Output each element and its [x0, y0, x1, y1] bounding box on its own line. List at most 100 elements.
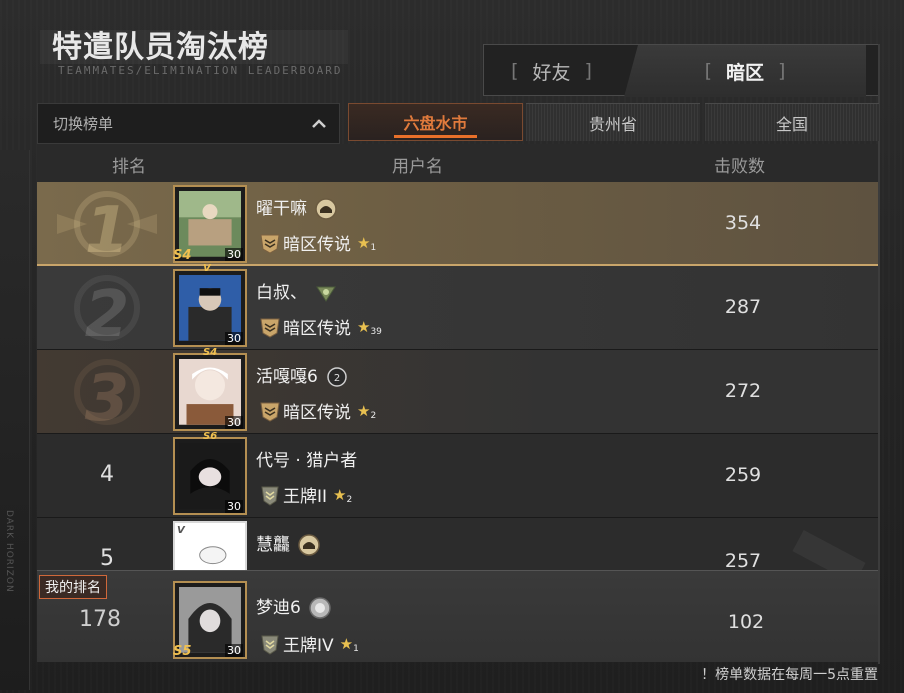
player-name-text: 活嘎嘎6 [256, 367, 318, 387]
svg-text:2: 2 [334, 373, 340, 384]
tab-friends[interactable]: [好友] [484, 45, 619, 97]
player-level: 30 [225, 644, 243, 657]
column-username: 用户名 [392, 157, 443, 177]
dropdown-label: 切换榜单 [53, 115, 114, 133]
star-count: 39 [370, 326, 382, 337]
season-badge: S4 [203, 347, 218, 358]
avatar-image [179, 275, 241, 341]
star-count: 1 [353, 643, 359, 654]
svg-text:1: 1 [85, 194, 130, 262]
v-badge-icon: V [177, 525, 185, 536]
player-name-text: 梦迪6 [256, 598, 301, 618]
player-tier: 暗区传说 ★ 39 [259, 314, 382, 339]
reset-notice: ！榜单数据在每周一5点重置 [701, 667, 878, 683]
scope-tabs: [好友] [暗区] [483, 44, 880, 97]
tab-friends-label: 好友 [532, 61, 571, 84]
season-badge: S4 [173, 248, 192, 263]
kill-count: 272 [724, 380, 762, 402]
chevron-up-icon [312, 119, 326, 128]
avatar-image [179, 587, 241, 653]
kill-count: 257 [724, 550, 762, 570]
player-name-text: 慧龘 [256, 535, 290, 555]
rank-2-emblem-icon: 2 [74, 275, 140, 346]
helmet-badge-icon [298, 534, 321, 556]
season-badge: S5 [173, 644, 192, 659]
star-icon: ★ [357, 317, 371, 336]
region-tab-province-label: 贵州省 [588, 114, 637, 134]
tab-dark-zone-label: 暗区 [725, 61, 764, 84]
kill-count: 259 [724, 464, 762, 486]
player-name: 曜干嘛 [256, 194, 338, 221]
region-tab-city[interactable]: 六盘水市 [348, 103, 523, 141]
tier-label: 暗区传说 [283, 403, 351, 423]
page-subtitle: TEAMMATES/ELIMINATION LEADERBOARD [58, 64, 343, 77]
player-level: 30 [225, 248, 243, 261]
avatar-image [179, 527, 241, 570]
player-name: 白叔、 [256, 278, 338, 305]
star-count: 2 [346, 494, 353, 505]
table-row[interactable]: 4 S6 30 代号 · 猎户者 王牌II ★ 2 259 [37, 431, 878, 518]
legend-tier-icon [260, 234, 280, 254]
player-tier: 暗区传说 ★ 1 [259, 230, 376, 255]
season-badge: S6 [203, 431, 218, 442]
tier-label: 王牌IV [283, 636, 334, 656]
region-tab-national-label: 全国 [775, 114, 808, 134]
table-row[interactable]: 1 S4 30 曜干嘛 暗区传说 ★ 1 354 [37, 182, 878, 266]
star-icon: ★ [333, 485, 347, 504]
player-name: 活嘎嘎6 2 [256, 362, 349, 389]
player-tier: 暗区传说 ★ 2 [259, 398, 376, 423]
column-rank: 排名 [112, 157, 146, 177]
avatar-image [179, 443, 241, 509]
table-row[interactable]: 3 S4 30 活嘎嘎6 2 暗区传说 ★ 2 272 [37, 347, 878, 434]
star-icon: ★ [357, 233, 371, 252]
ace-tier-icon [261, 635, 279, 655]
rank-3-emblem-icon: 3 [74, 359, 140, 430]
avatar-image [179, 191, 241, 257]
my-player-name: 梦迪6 [256, 593, 332, 620]
tier-label: 暗区传说 [283, 319, 351, 339]
leaderboard-switch-dropdown[interactable]: 切换榜单 [37, 103, 340, 144]
rank-number: 5 [100, 546, 114, 570]
ace-tier-icon [261, 486, 279, 506]
avatar[interactable]: S4 30 [173, 347, 247, 431]
kill-count: 287 [724, 296, 762, 318]
player-level: 30 [225, 332, 243, 345]
player-name: 代号 · 猎户者 [256, 446, 357, 471]
silver-badge-icon [309, 597, 331, 619]
my-rank-row[interactable]: 我的排名 178 S5 30 梦迪6 王牌IV ★ 1 102 [37, 570, 878, 662]
legend-tier-icon [260, 318, 280, 338]
v-badge-icon: V [203, 263, 211, 274]
avatar-image [179, 359, 241, 425]
player-name-text: 曜干嘛 [256, 199, 307, 219]
tier-label: 王牌II [283, 487, 328, 507]
avatar[interactable]: S4 30 [173, 185, 247, 263]
player-level: 30 [225, 500, 243, 513]
table-row[interactable]: 2 V 30 白叔、 暗区传说 ★ 39 287 [37, 263, 878, 350]
region-tab-city-label: 六盘水市 [403, 114, 468, 133]
level-2-badge-icon: 2 [327, 367, 347, 387]
player-level: 30 [225, 416, 243, 429]
player-tier: 王牌II ★ 2 [259, 482, 352, 507]
table-row[interactable]: 5 V 慧龘 257 [37, 518, 878, 570]
helmet-badge-icon [315, 198, 338, 220]
my-kill-count: 102 [727, 611, 765, 633]
my-avatar[interactable]: S5 30 [173, 581, 247, 659]
column-kills: 击败数 [714, 157, 765, 177]
legend-tier-icon [260, 402, 280, 422]
avatar[interactable]: S6 30 [173, 431, 247, 515]
region-tab-province[interactable]: 贵州省 [526, 103, 700, 141]
page-title: 特遣队员淘汰榜 [52, 30, 269, 65]
left-decor-strip: DARK HORIZON [0, 150, 30, 690]
star-icon: ★ [339, 634, 354, 653]
svg-text:3: 3 [85, 362, 130, 430]
region-tab-national[interactable]: 全国 [705, 103, 879, 141]
my-rank-number: 178 [79, 607, 121, 632]
rank-1-emblem-icon: 1 [57, 191, 157, 262]
svg-text:2: 2 [85, 278, 130, 346]
tier-label: 暗区传说 [283, 235, 351, 255]
player-name: 慧龘 [256, 530, 321, 557]
avatar[interactable]: V 30 [173, 263, 247, 347]
tab-dark-zone[interactable]: [暗区] [624, 45, 866, 97]
avatar[interactable]: V [173, 521, 247, 570]
leaderboard-table[interactable]: 排名 用户名 击败数 1 S4 30 曜干嘛 暗区传说 ★ 1 354 2 V … [37, 144, 878, 570]
